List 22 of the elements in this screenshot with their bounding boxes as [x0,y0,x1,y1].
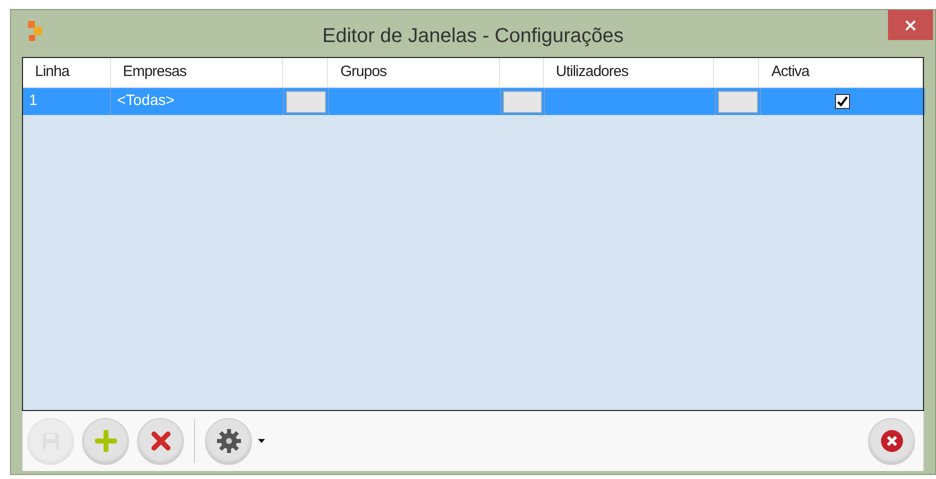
cross-icon [150,431,170,451]
dropdown-arrow-icon[interactable] [258,439,265,443]
cell-button[interactable] [718,90,758,112]
column-header[interactable]: Activa [759,58,923,87]
close-button[interactable] [888,10,933,40]
column-header[interactable]: Utilizadores [544,58,714,87]
column-header[interactable]: Grupos [328,58,500,87]
close-icon [905,20,916,30]
cancel-icon [880,429,904,453]
column-header[interactable]: Linha [23,58,111,87]
table-cell-text: 1 [29,91,38,112]
delete-button[interactable] [137,418,184,464]
table-cell-text: <Todas> [117,91,175,112]
column-header[interactable]: Empresas [110,58,284,87]
gear-icon [216,428,242,454]
checkbox[interactable] [835,94,850,109]
cancel-button[interactable] [868,418,915,464]
cell-button[interactable] [286,90,326,112]
settings-button[interactable] [205,418,252,464]
cell-button[interactable] [503,90,542,112]
window-title: Editor de Janelas - Configurações [321,24,625,49]
plus-icon [94,430,116,452]
